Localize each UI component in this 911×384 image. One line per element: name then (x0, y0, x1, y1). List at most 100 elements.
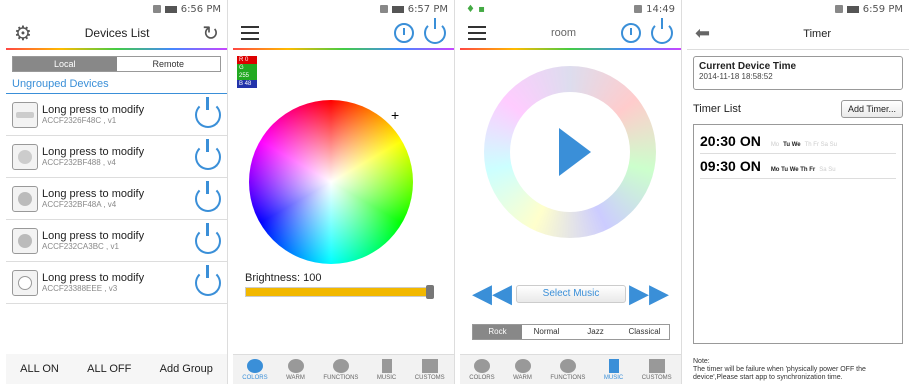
current-time-value: 2014-11-18 18:58:52 (699, 72, 773, 81)
music-note-icon (381, 358, 392, 373)
slider-handle[interactable] (426, 285, 434, 299)
signal-icon (634, 5, 643, 13)
device-name: Long press to modify (42, 104, 145, 116)
grid-icon (648, 358, 665, 373)
status-bar: ♦ ▪ 14:49 (460, 0, 681, 18)
grid-icon (421, 358, 438, 373)
timer-list-label: Timer List (693, 103, 741, 115)
tab-customs[interactable]: CUSTOMS (642, 358, 672, 381)
tab-customs[interactable]: CUSTOMS (415, 358, 445, 381)
tab-warm[interactable]: WARM (513, 358, 532, 381)
timer-row[interactable]: 09:30 ON Mo Tu We Th Fr Sa Su (700, 154, 896, 179)
device-name: Long press to modify (42, 272, 145, 284)
status-bar: 6:59 PM (687, 0, 909, 18)
power-icon[interactable] (195, 222, 221, 254)
screen-devices-list: 6:56 PM ⚙ Devices List ↻ Local Remote Un… (6, 0, 228, 384)
color-picker-crosshair[interactable]: + (391, 108, 399, 122)
power-icon[interactable] (195, 96, 221, 128)
days-active: Mo Tu We Th Fr (770, 167, 816, 173)
menu-icon[interactable] (241, 26, 259, 40)
genre-normal[interactable]: Normal (522, 325, 571, 339)
device-mac: ACCF232BF488 , v4 (42, 158, 116, 167)
rgb-readout: R 0 G 255 B 48 (237, 56, 257, 88)
ring-lamp-icon (12, 143, 38, 170)
current-time-label: Current Device Time (699, 61, 797, 72)
stripes-icon (332, 358, 349, 373)
action-bar: ⬅ Timer (687, 18, 909, 50)
tab-functions[interactable]: FUNCTIONS (323, 358, 358, 381)
device-mac: ACCF232CA3BC , v1 (42, 242, 119, 251)
alarm-clock-icon[interactable] (394, 23, 414, 43)
play-icon[interactable] (559, 128, 591, 176)
action-bar (233, 18, 454, 50)
list-item[interactable]: Long press to modify ACCF232BF48A , v4 (6, 178, 227, 220)
led-strip-icon (12, 101, 38, 128)
battery-icon (164, 5, 177, 13)
timer-row[interactable]: 20:30 ON Mo Tu We Th Fr Sa Su (700, 129, 896, 154)
back-arrow-icon[interactable]: ⬅ (695, 23, 710, 44)
power-icon[interactable] (651, 18, 673, 44)
tab-music[interactable]: MUSIC (377, 358, 396, 381)
wifi-icon (379, 5, 388, 13)
next-icon[interactable]: ▶▶ (629, 280, 669, 306)
ww-icon (514, 358, 531, 373)
brightness-slider[interactable] (245, 285, 434, 299)
group-header: Ungrouped Devices (6, 78, 227, 94)
color-wheel[interactable]: + (249, 100, 413, 264)
alarm-clock-icon[interactable] (621, 23, 641, 43)
screen-music: ♦ ▪ 14:49 room ◀◀ Select Music ▶▶ Rock N… (460, 0, 682, 384)
all-off-button[interactable]: ALL OFF (87, 363, 131, 375)
action-bar: ⚙ Devices List ↻ (6, 18, 227, 50)
wifi-icon (834, 5, 843, 13)
footer-bar: ALL ON ALL OFF Add Group (6, 354, 227, 384)
tab-colors[interactable]: COLORS (242, 358, 268, 381)
status-bar: 6:56 PM (6, 0, 227, 18)
status-time: 6:57 PM (407, 3, 448, 15)
cd-disc (484, 66, 656, 238)
genre-jazz[interactable]: Jazz (571, 325, 620, 339)
genre-rock[interactable]: Rock (473, 325, 522, 339)
list-item[interactable]: Long press to modify ACCF232BF488 , v4 (6, 136, 227, 178)
power-icon[interactable] (195, 138, 221, 170)
device-name: Long press to modify (42, 146, 145, 158)
room-title: room (550, 27, 577, 39)
select-music-button[interactable]: Select Music (516, 285, 626, 303)
tab-remote[interactable]: Remote (117, 57, 221, 71)
notification-icons: ♦ ▪ (466, 3, 485, 15)
days-active: Tu We (783, 142, 801, 148)
timer-state: ON (739, 133, 761, 149)
tab-local[interactable]: Local (13, 57, 117, 71)
battery-icon (846, 5, 859, 13)
tab-music[interactable]: MUSIC (604, 358, 623, 381)
menu-icon[interactable] (468, 26, 486, 40)
status-time: 6:56 PM (180, 3, 221, 15)
power-icon[interactable] (424, 18, 446, 44)
device-mac: ACCF2326F48C , v1 (42, 116, 117, 125)
tab-warm[interactable]: WARM (286, 358, 305, 381)
power-icon[interactable] (195, 180, 221, 212)
blue-value: B 48 (237, 80, 257, 88)
genre-classical[interactable]: Classical (620, 325, 669, 339)
gear-icon[interactable]: ⚙ (14, 21, 32, 46)
downlight-icon (12, 269, 38, 296)
current-time-box: Current Device Time 2014-11-18 18:58:52 (693, 56, 903, 90)
tab-functions[interactable]: FUNCTIONS (550, 358, 585, 381)
timer-list: 20:30 ON Mo Tu We Th Fr Sa Su 09:30 ON M… (693, 124, 903, 344)
refresh-icon[interactable]: ↻ (202, 21, 219, 46)
list-item[interactable]: Long press to modify ACCF23388EEE , v3 (6, 262, 227, 304)
list-item[interactable]: Long press to modify ACCF232CA3BC , v1 (6, 220, 227, 262)
add-timer-button[interactable]: Add Timer... (840, 100, 903, 118)
list-item[interactable]: Long press to modify ACCF2326F48C , v1 (6, 94, 227, 136)
genre-selector: Rock Normal Jazz Classical (472, 324, 670, 340)
previous-icon[interactable]: ◀◀ (472, 280, 512, 306)
all-on-button[interactable]: ALL ON (20, 363, 59, 375)
green-value: G 255 (237, 64, 257, 80)
screen-timer: 6:59 PM ⬅ Timer Current Device Time 2014… (687, 0, 909, 384)
disc-center (510, 92, 630, 212)
status-time: 14:49 (646, 3, 675, 15)
add-group-button[interactable]: Add Group (160, 363, 213, 375)
timer-state: ON (739, 158, 761, 174)
power-icon[interactable] (195, 264, 221, 296)
timer-list-header: Timer List Add Timer... (687, 96, 909, 122)
tab-colors[interactable]: COLORS (469, 358, 495, 381)
